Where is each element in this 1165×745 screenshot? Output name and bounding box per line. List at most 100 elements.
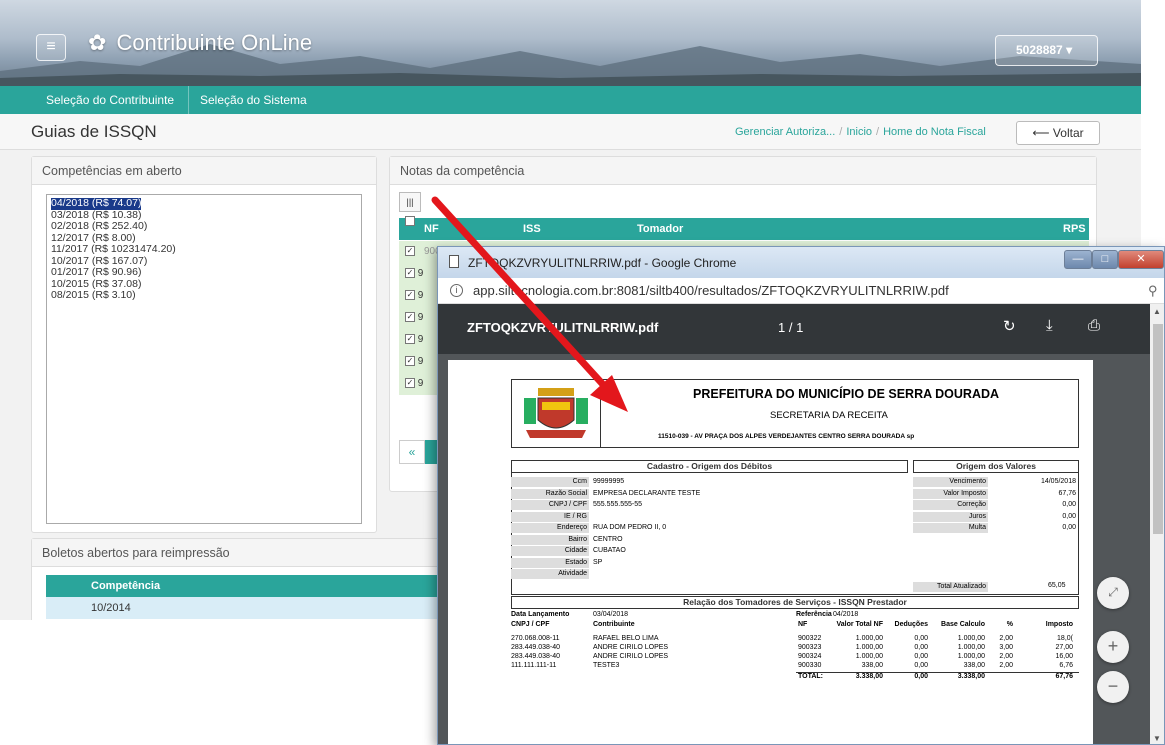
scroll-down-icon[interactable]: ▼ <box>1153 734 1161 743</box>
cadastro-value: CUBATAO <box>593 547 626 554</box>
relacao-total-deducoes: 0,00 <box>914 673 928 680</box>
competencias-listbox[interactable]: 04/2018 (R$ 74.07) 03/2018 (R$ 10.38) 02/2… <box>46 194 362 524</box>
valor-value: 14/05/2018 <box>1040 478 1076 485</box>
col-iss: ISS <box>523 223 541 235</box>
close-button[interactable]: ✕ <box>1118 250 1164 269</box>
window-title: ZFTOQKZVRYULITNLRRIW.pdf - Google Chrome <box>468 256 737 270</box>
row-checkbox[interactable]: ✓ <box>405 356 415 367</box>
zoom-out-icon[interactable]: − <box>1097 671 1129 703</box>
list-item[interactable]: 11/2017 (R$ 10231474.20) <box>51 243 357 256</box>
scroll-thumb[interactable] <box>1153 324 1163 534</box>
row-checkbox[interactable]: ✓ <box>405 246 415 257</box>
zoom-in-icon[interactable]: + <box>1097 631 1129 663</box>
list-item[interactable]: 08/2015 (R$ 3.10) <box>51 289 357 302</box>
cadastro-value: RUA DOM PEDRO II, 0 <box>593 524 667 531</box>
back-button[interactable]: ⟵ Voltar <box>1016 121 1100 145</box>
valor-value: 0,00 <box>1062 512 1076 520</box>
scroll-up-icon[interactable]: ▲ <box>1153 307 1161 316</box>
list-item[interactable]: 02/2018 (R$ 252.40) <box>51 220 357 233</box>
row-checkbox[interactable]: ✓ <box>405 268 415 279</box>
relacao-col-header: Valor Total NF <box>836 621 883 628</box>
valor-label: Multa <box>913 523 988 533</box>
relacao-cell: 283.449.038-40 <box>511 644 561 651</box>
relacao-cell: 1.000,00 <box>855 644 883 651</box>
cadastro-label: Bairro <box>511 534 589 545</box>
breadcrumb: Gerenciar Autoriza... / Inicio / Home do Not… <box>735 126 986 138</box>
cadastro-label: Cidade <box>511 546 589 556</box>
relacao-cell: 338,00 <box>861 662 883 669</box>
document-icon <box>449 255 459 268</box>
columns-toggle-button[interactable]: ||| <box>399 192 421 212</box>
row-checkbox[interactable]: ✓ <box>405 312 415 323</box>
pdf-viewport[interactable]: PREFEITURA DO MUNICÍPIO DE SERRA DOURADA… <box>438 354 1150 744</box>
relacao-cell: 111.111.111-11 <box>511 662 557 669</box>
zoom-icon[interactable]: ⚲ <box>1148 278 1158 303</box>
cadastro-label: Estado <box>511 557 589 568</box>
breadcrumb-gerenciar[interactable]: Gerenciar Autoriza... <box>735 126 835 138</box>
pdf-prefeitura: PREFEITURA DO MUNICÍPIO DE SERRA DOURADA <box>693 387 1000 401</box>
print-icon[interactable]: ⎙ <box>1088 317 1100 334</box>
relacao-cell: 1.000,00 <box>957 635 985 642</box>
user-menu-button[interactable]: 5028887 ▾ <box>995 35 1098 66</box>
relacao-cell: 283.449.038-40 <box>511 653 561 660</box>
relacao-col-header: Deduções <box>894 621 928 628</box>
relacao-cell: 2,00 <box>999 653 1013 660</box>
referencia-value: 04/2018 <box>833 611 859 618</box>
list-item[interactable]: 04/2018 (R$ 74.07) <box>51 197 357 210</box>
coat-of-arms <box>511 379 601 448</box>
cadastro-label: Razão Social <box>511 488 589 499</box>
url-text: app.siltecnologia.com.br:8081/siltb400/r… <box>473 283 949 298</box>
relacao-title: Relação dos Tomadores de Serviços - ISSQ… <box>511 596 1079 609</box>
relacao-cell: 1.000,00 <box>957 644 985 651</box>
nf-cell: 9 <box>417 268 424 279</box>
relacao-cell: RAFAEL BELO LIMA <box>593 635 659 642</box>
pager-prev-button[interactable]: « <box>399 440 425 464</box>
col-rps: RPS <box>1063 223 1086 235</box>
relacao-cell: 3,00 <box>999 644 1013 651</box>
cadastro-value: EMPRESA DECLARANTE TESTE <box>593 489 701 497</box>
pdf-secretaria: SECRETARIA DA RECEITA <box>770 410 888 421</box>
pdf-toolbar: ZFTOQKZVRYULITNLRRIW.pdf 1 / 1 ↻ ⤓ ⎙ <box>438 304 1150 354</box>
nf-cell: 9 <box>417 378 424 389</box>
relacao-cell: 0,00 <box>914 635 928 642</box>
cadastro-title: Cadastro - Origem dos Débitos <box>511 460 908 473</box>
app-title: ✿ Contribuinte OnLine <box>88 30 312 56</box>
relacao-cell: 0,00 <box>914 644 928 651</box>
relacao-cell: 0,00 <box>914 653 928 660</box>
row-checkbox[interactable]: ✓ <box>405 378 415 389</box>
relacao-cell: 1.000,00 <box>855 635 883 642</box>
breadcrumb-inicio[interactable]: Inicio <box>846 126 872 138</box>
page-title: Guias de ISSQN <box>31 122 157 141</box>
fit-page-icon[interactable]: ⤢ <box>1097 577 1129 609</box>
rotate-icon[interactable]: ↻ <box>1003 317 1016 335</box>
nav-selecao-sistema[interactable]: Seleção do Sistema <box>186 86 321 114</box>
breadcrumb-home-nota-fiscal[interactable]: Home do Nota Fiscal <box>883 126 986 138</box>
valor-label: Correção <box>913 500 988 510</box>
address-bar[interactable]: i app.siltecnologia.com.br:8081/siltb400… <box>438 278 1164 304</box>
gear-icon: ✿ <box>88 30 107 55</box>
maximize-button[interactable]: □ <box>1092 250 1118 269</box>
valor-value: 67,76 <box>1058 489 1076 497</box>
relacao-col-header: Contribuinte <box>593 621 635 628</box>
menu-button[interactable]: ≡ <box>36 34 66 61</box>
list-item[interactable]: 01/2017 (R$ 90.96) <box>51 266 357 279</box>
row-checkbox[interactable]: ✓ <box>405 334 415 345</box>
window-titlebar[interactable]: ZFTOQKZVRYULITNLRRIW.pdf - Google Chrome… <box>438 247 1164 278</box>
vertical-scrollbar[interactable]: ▲ ▼ <box>1150 304 1164 744</box>
back-label: Voltar <box>1052 126 1084 140</box>
nf-cell: 9 <box>417 334 424 345</box>
info-icon[interactable]: i <box>450 284 463 297</box>
chrome-pdf-window: ZFTOQKZVRYULITNLRRIW.pdf - Google Chrome… <box>437 246 1165 745</box>
total-value: 65,05 <box>1048 582 1066 589</box>
arrow-left-icon: ⟵ <box>1032 126 1050 140</box>
minimize-button[interactable]: — <box>1064 250 1092 269</box>
cadastro-value: SP <box>593 558 603 566</box>
competencias-title: Competências em aberto <box>32 157 376 185</box>
relacao-cell: 338,00 <box>963 662 985 669</box>
download-icon[interactable]: ⤓ <box>1046 317 1053 334</box>
valor-label: Valor Imposto <box>913 488 988 499</box>
row-checkbox[interactable]: ✓ <box>405 290 415 301</box>
nav-selecao-contribuinte[interactable]: Seleção do Contribuinte <box>32 86 190 114</box>
data-lanc-value: 03/04/2018 <box>593 611 629 618</box>
total-label: Total Atualizado <box>913 582 988 592</box>
